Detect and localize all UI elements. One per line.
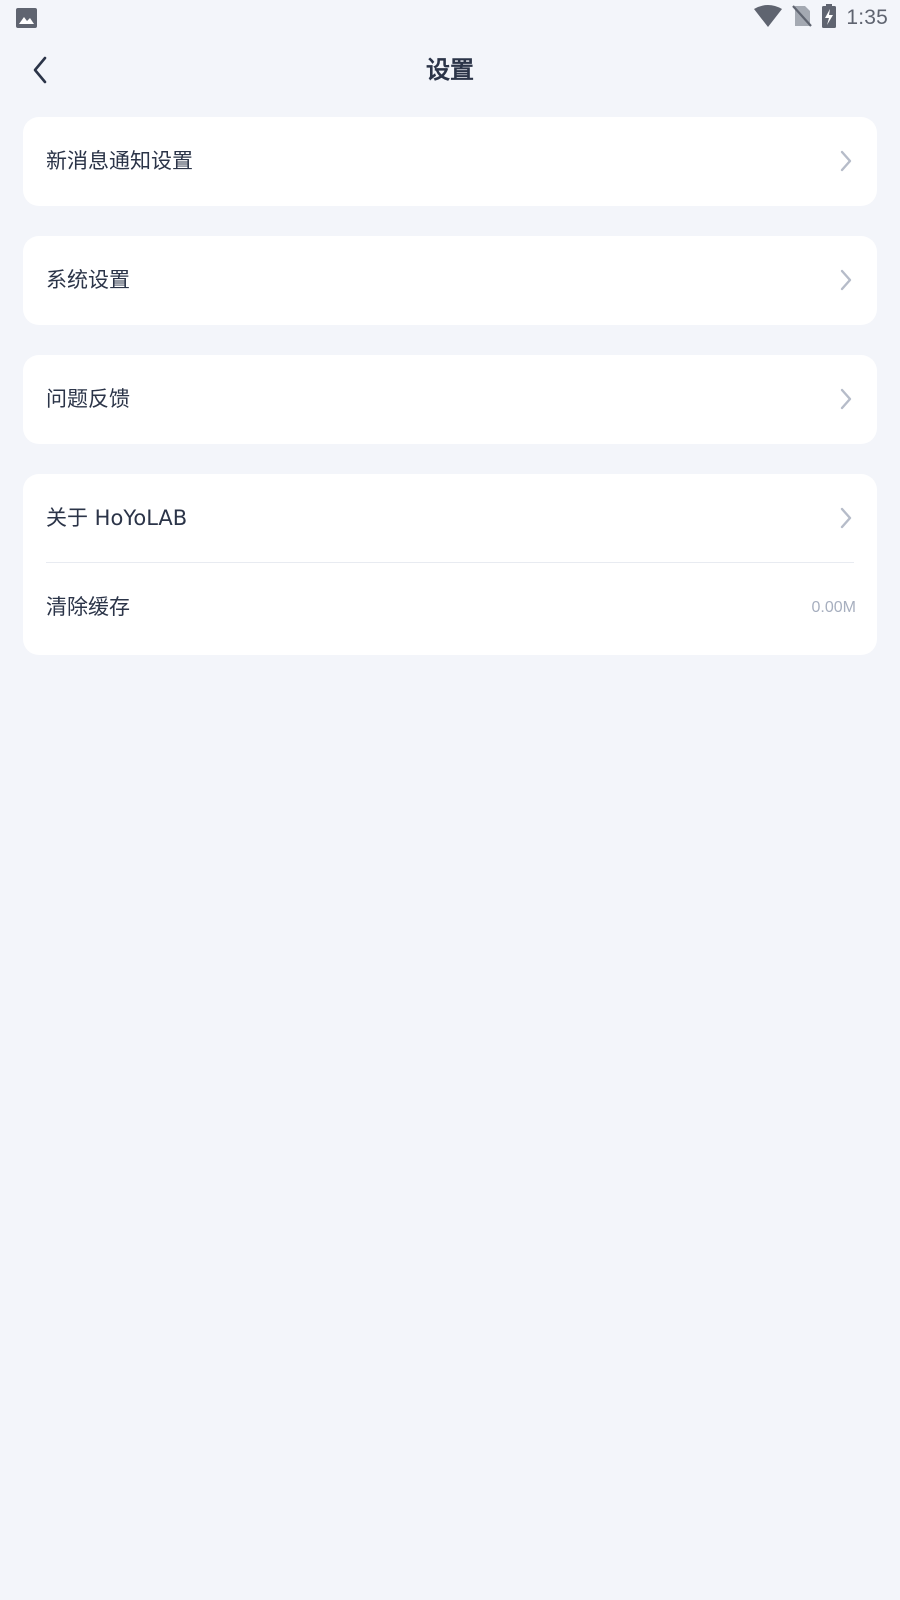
- chevron-right-icon: [840, 150, 852, 172]
- battery-charging-icon: [822, 4, 837, 32]
- notification-settings-label: 新消息通知设置: [46, 149, 193, 173]
- page-title: 设置: [426, 56, 474, 84]
- chevron-right-icon: [840, 388, 852, 410]
- about-row[interactable]: 关于 HoYoLAB: [23, 474, 877, 563]
- notification-settings-row[interactable]: 新消息通知设置: [23, 117, 877, 206]
- settings-card-about: 关于 HoYoLAB 清除缓存 0.00M: [23, 474, 877, 655]
- settings-card-notifications: 新消息通知设置: [23, 117, 877, 206]
- about-label: 关于 HoYoLAB: [46, 506, 188, 530]
- clear-cache-label: 清除缓存: [46, 595, 130, 619]
- system-settings-label: 系统设置: [46, 268, 130, 292]
- chevron-right-icon: [840, 507, 852, 529]
- cache-size-value: 0.00M: [811, 599, 856, 616]
- status-time: 1:35: [846, 6, 888, 29]
- feedback-row[interactable]: 问题反馈: [23, 355, 877, 444]
- image-notification-icon: [16, 8, 37, 28]
- clear-cache-row[interactable]: 清除缓存 0.00M: [23, 563, 877, 652]
- settings-card-system: 系统设置: [23, 236, 877, 325]
- chevron-right-icon: [840, 269, 852, 291]
- wifi-icon: [754, 5, 783, 31]
- no-sim-icon: [792, 5, 813, 31]
- feedback-label: 问题反馈: [46, 387, 130, 411]
- settings-card-feedback: 问题反馈: [23, 355, 877, 444]
- system-settings-row[interactable]: 系统设置: [23, 236, 877, 325]
- top-app-bar: 设置: [0, 36, 900, 104]
- status-bar: 1:35: [0, 0, 900, 36]
